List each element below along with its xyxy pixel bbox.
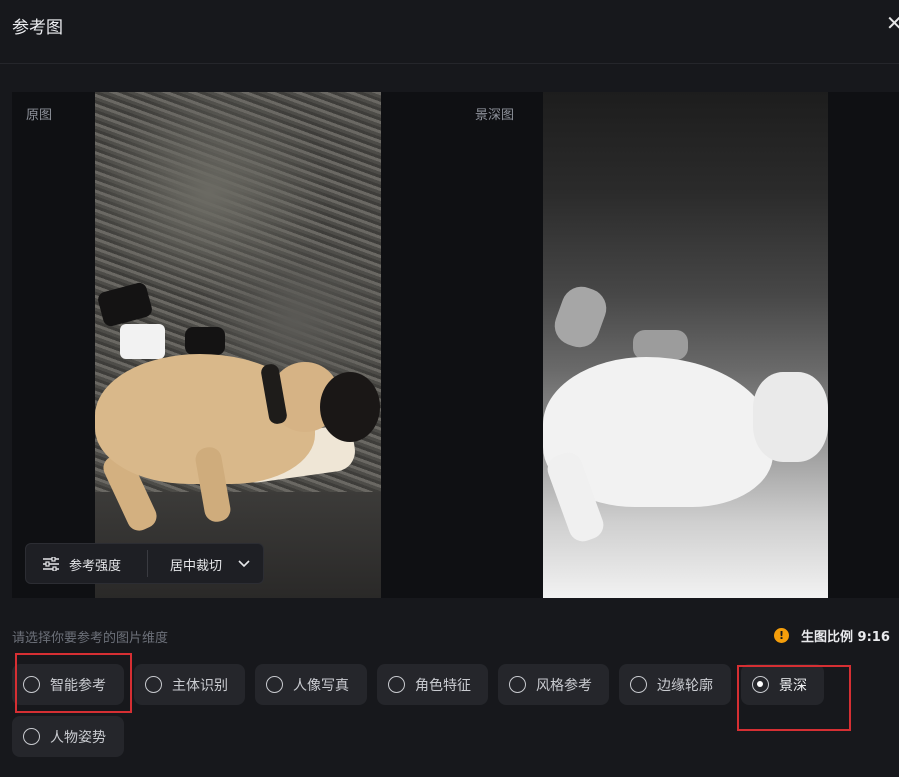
radio-icon[interactable] [23,728,40,745]
dialog-title: 参考图 [12,18,63,38]
option-pose[interactable]: 人物姿势 [12,716,124,757]
crop-mode-label: 居中裁切 [170,559,223,574]
option-label: 角色特征 [415,678,471,694]
close-icon[interactable]: ✕ [886,11,899,35]
option-label: 智能参考 [50,678,106,694]
image-preview-area: 原图 景深图 参考强度 居中裁切 [12,92,899,598]
reference-control-bar: 参考强度 居中裁切 [25,543,264,584]
option-depth[interactable]: 景深 [741,664,824,705]
option-label: 边缘轮廓 [657,678,713,694]
dimension-prompt: 请选择你要参考的图片维度 [12,631,169,646]
option-subject-recognition[interactable]: 主体识别 [134,664,245,705]
depth-image-label: 景深图 [475,108,515,123]
radio-icon[interactable] [630,676,647,693]
reference-strength-button[interactable]: 参考强度 [26,544,147,583]
option-label: 景深 [779,678,807,694]
option-label: 主体识别 [172,678,228,694]
sliders-icon [43,557,59,571]
depth-map-image [543,92,828,598]
radio-icon[interactable] [23,676,40,693]
original-image [95,92,381,598]
radio-icon[interactable] [145,676,162,693]
dialog-header: 参考图 ✕ [0,0,899,64]
option-label: 人像写真 [293,678,349,694]
warning-icon: ! [774,628,789,643]
radio-icon[interactable] [266,676,283,693]
option-smart-reference[interactable]: 智能参考 [12,664,124,705]
original-image-label: 原图 [26,108,53,123]
radio-icon[interactable] [509,676,526,693]
option-style-reference[interactable]: 风格参考 [498,664,609,705]
option-edge-outline[interactable]: 边缘轮廓 [619,664,731,705]
reference-strength-label: 参考强度 [69,559,122,574]
option-portrait[interactable]: 人像写真 [255,664,367,705]
radio-icon[interactable] [388,676,405,693]
close-button[interactable]: ✕ [886,12,899,34]
crop-mode-dropdown[interactable]: 居中裁切 [148,544,264,583]
option-label: 风格参考 [536,678,592,694]
radio-icon[interactable] [752,676,769,693]
option-label: 人物姿势 [50,730,106,746]
chevron-down-icon [238,560,250,568]
aspect-ratio-text: 生图比例 9:16 [801,630,890,645]
option-character-features[interactable]: 角色特征 [377,664,488,705]
